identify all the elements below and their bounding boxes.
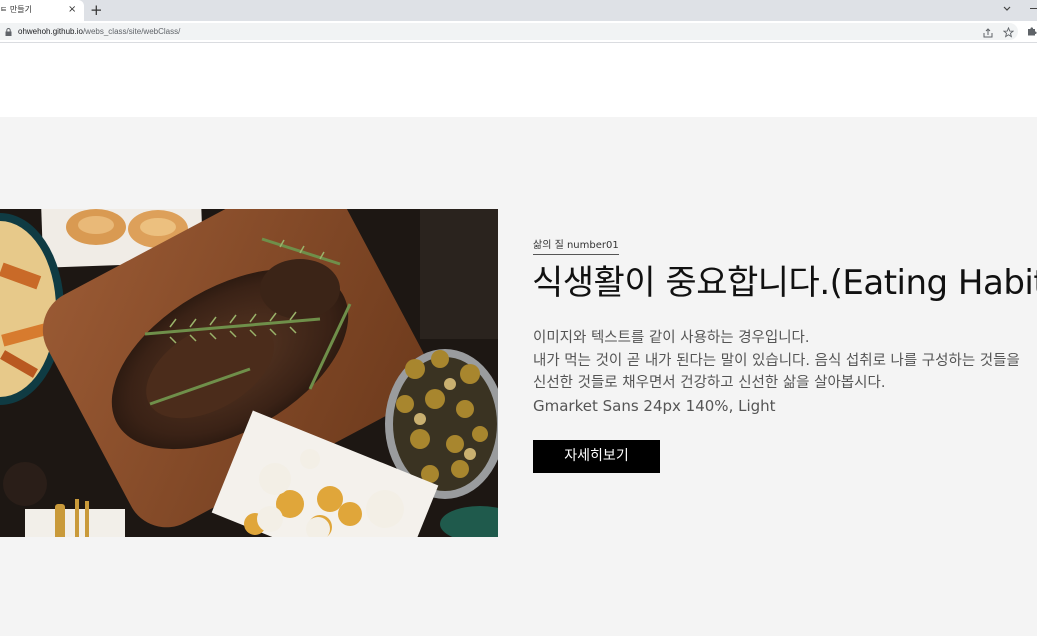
font-spec-note: Gmarket Sans 24px 140%, Light (533, 396, 776, 415)
url-host: ohwehoh.github.io (18, 27, 83, 36)
share-icon[interactable] (983, 28, 993, 38)
view-more-button[interactable]: 자세히보기 (533, 440, 660, 473)
description-line: 내가 먹는 것이 곧 내가 된다는 말이 있습니다. 음식 섭취로 나를 구성하… (533, 352, 1020, 369)
url-input[interactable]: ohwehoh.github.io/webs_class/site/webCla… (0, 23, 1018, 40)
browser-tab[interactable]: ㅌ 만들기 × (0, 0, 84, 21)
url-path: /webs_class/site/webClass/ (82, 27, 181, 36)
extensions-puzzle-icon[interactable] (1027, 26, 1037, 36)
food-photo (0, 209, 498, 537)
url-text: ohwehoh.github.io/webs_class/site/webCla… (18, 26, 180, 37)
section-description: 이미지와 텍스트를 같이 사용하는 경우입니다. 내가 먹는 것이 곧 내가 된… (533, 327, 1037, 417)
food-photo-illustration (0, 209, 498, 537)
tab-title: ㅌ 만들기 (0, 5, 32, 14)
address-bar: ohwehoh.github.io/webs_class/site/webCla… (0, 21, 1037, 43)
new-tab-icon[interactable]: + (90, 1, 103, 19)
browser-tab-strip: ㅌ 만들기 × + (0, 0, 1037, 21)
section-headline: 식생활이 중요합니다.(Eating Habits) (532, 263, 1037, 303)
description-line: 신선한 것들로 채우면서 건강하고 신선한 삶을 살아봅시다. (533, 375, 886, 391)
image-text-section: 삶의 질 number01 식생활이 중요합니다.(Eating Habits)… (0, 117, 1037, 636)
bookmark-star-icon[interactable] (1003, 27, 1014, 38)
chevron-down-icon[interactable] (1000, 2, 1014, 16)
lock-icon[interactable] (5, 28, 12, 36)
tab-close-icon[interactable]: × (68, 3, 76, 17)
section-sub-label: 삶의 질 number01 (533, 236, 619, 255)
description-line: 이미지와 텍스트를 같이 사용하는 경우입니다. (533, 330, 810, 346)
page-header-area (0, 44, 1037, 117)
window-minimize-icon[interactable] (1030, 8, 1037, 9)
